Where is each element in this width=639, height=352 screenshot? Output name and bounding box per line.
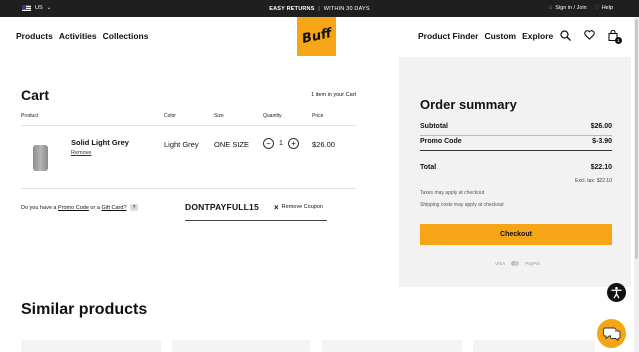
sign-in-link[interactable]: ☺ Sign in / Join [548,5,587,11]
minus-icon[interactable]: − [263,138,274,149]
order-summary-panel: Order summary Subtotal $26.00 Promo Code… [399,57,631,287]
help-label: Help [601,5,613,11]
user-icon: ☺ [547,5,554,11]
heart-icon: ♡ [594,5,600,11]
buff-logo[interactable]: Buff [297,17,336,56]
promo-separator: | [318,5,320,12]
shipping-note: Shipping costs may apply at checkout [420,202,504,208]
taxes-note: Taxes may apply at checkout [420,190,485,196]
payment-methods: VISA PayPal [495,261,540,266]
mastercard-icon [511,261,520,266]
visa-icon: VISA [495,261,506,266]
bag-icon[interactable]: 1 [607,29,622,44]
product-card[interactable] [172,340,310,352]
promo-code-row: Promo Code $-3.90 [420,138,612,145]
logo-text: Buff [300,26,333,47]
subtotal-value: $26.00 [590,123,612,130]
order-summary-title: Order summary [420,97,517,112]
promo-question: Do you have a Promo Code or a Gift Card?… [21,204,139,211]
help-link[interactable]: ♡ Help [595,5,613,11]
nav-activities[interactable]: Activities [59,31,97,41]
promo-code-label: Promo Code [420,138,462,145]
main-header: Products Activities Collections Buff Pro… [0,17,639,57]
promo-prefix: Do you have a [21,204,58,211]
applied-coupon-code: DONTPAYFULL15 [185,202,259,212]
promo-code-value: $-3.90 [592,138,612,145]
search-icon[interactable] [559,29,571,41]
sign-in-label: Sign in / Join [555,5,587,11]
nav-custom[interactable]: Custom [484,31,516,41]
subtotal-row: Subtotal $26.00 [420,123,612,130]
divider [420,135,612,136]
nav-product-finder[interactable]: Product Finder [418,31,478,41]
close-icon: × [274,202,279,212]
product-size: ONE SIZE [214,140,250,149]
column-product: Product [21,113,39,119]
total-label: Total [420,164,437,171]
product-image[interactable] [33,145,48,171]
coupon-underline [185,220,327,221]
total-value: $22.10 [590,164,612,171]
gift-card-link[interactable]: Gift Card? [101,205,126,211]
column-size: Size [214,113,224,119]
similar-products-title: Similar products [21,301,148,318]
promo-mid: or a [88,204,102,211]
wishlist-icon[interactable] [583,29,595,41]
product-color: Light Grey [164,140,199,149]
column-price: Price [312,113,324,119]
promo-message: EASY RETURNS | WITHIN 30 DAYS [0,6,639,12]
divider [420,150,612,151]
nav-explore[interactable]: Explore [522,31,553,41]
cart-count-badge: 1 [615,37,622,44]
excl-tax-note: Excl. tax: $22.10 [575,178,612,184]
primary-nav: Products Activities Collections [16,31,148,41]
divider [21,125,356,126]
nav-products[interactable]: Products [16,31,53,41]
remove-coupon-label: Remove Coupon [281,204,323,210]
cart-title: Cart [21,87,50,103]
promo-bold: EASY RETURNS [269,5,315,12]
promo-rest: WITHIN 30 DAYS [323,5,370,12]
help-icon[interactable]: ? [130,204,139,211]
divider [21,188,356,189]
cart-item-count: 1 item in your Cart [311,92,356,98]
quantity-value: 1 [279,140,283,147]
remove-item-link[interactable]: Remove [71,150,91,156]
scrollbar-thumb[interactable] [635,19,638,259]
announcement-bar: US ⌄ EASY RETURNS | WITHIN 30 DAYS ☺ Sign… [0,0,639,17]
column-quantity: Quantity [263,113,282,119]
nav-collections[interactable]: Collections [103,31,149,41]
product-price: $26.00 [312,140,335,149]
subtotal-label: Subtotal [420,123,448,130]
product-card[interactable] [473,340,595,352]
remove-coupon-button[interactable]: × Remove Coupon [274,202,323,212]
accessibility-icon[interactable] [607,283,626,302]
product-card[interactable] [322,340,462,352]
promo-code-link[interactable]: Promo Code [58,205,89,211]
paypal-icon: PayPal [525,261,540,266]
total-row: Total $22.10 [420,164,612,171]
column-color: Color [164,113,176,119]
plus-icon[interactable]: + [287,138,299,149]
product-name[interactable]: Solid Light Grey [71,138,129,147]
quantity-stepper: − 1 + [263,138,299,149]
chat-icon[interactable] [597,319,626,348]
secondary-nav: Product Finder Custom Explore [418,31,553,41]
product-card[interactable] [21,340,161,352]
checkout-button[interactable]: Checkout [420,224,612,245]
